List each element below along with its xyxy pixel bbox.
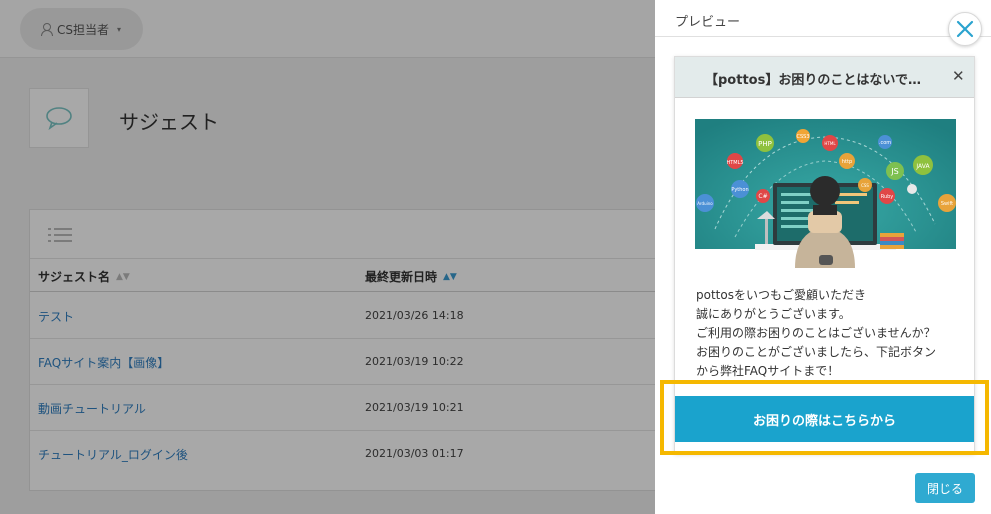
hero-label: C#	[758, 193, 767, 200]
close-button[interactable]: 閉じる	[915, 473, 975, 503]
message-line: ご利用の際お困りのことはございませんか？	[696, 326, 936, 340]
widget-message: pottosをいつもご愛顧いただき 誠にありがとうございます。 ご利用の際お困り…	[696, 286, 966, 381]
hero-label: Arduino	[697, 201, 713, 206]
message-line: から弊社FAQサイトまで！	[696, 364, 840, 378]
widget-title: 【pottos】お困りのことはないで…	[705, 73, 921, 88]
preview-panel-title: プレビュー	[675, 15, 741, 30]
hero-label: JS	[890, 167, 898, 176]
hero-label: HTML	[824, 141, 836, 146]
preview-panel-header: プレビュー	[655, 0, 991, 37]
hero-label: Swift	[941, 201, 953, 207]
hero-label: Python	[731, 187, 748, 193]
hero-label: .com	[879, 140, 891, 146]
widget-close-icon[interactable]: ✕	[952, 67, 965, 85]
message-line: 誠にありがとうございます。	[696, 307, 851, 321]
hero-label: http	[842, 159, 852, 165]
panel-close-button[interactable]	[948, 12, 982, 46]
message-line: お困りのことがございましたら、下記ボタン	[696, 345, 937, 359]
hero-label: CSS3	[796, 134, 809, 140]
programmer-illustration: PHP HTML5 CSS3 http JS JAVA Python C# Ru…	[695, 119, 956, 268]
hero-label: JAVA	[915, 163, 930, 170]
hero-illustration: PHP HTML5 CSS3 http JS JAVA Python C# Ru…	[695, 119, 956, 268]
hero-label: HTML5	[726, 160, 743, 166]
faq-cta-button[interactable]: お困りの際はこちらから	[675, 396, 974, 442]
widget-header: 【pottos】お困りのことはないで… ✕	[675, 57, 974, 98]
hero-label: CSS	[861, 183, 869, 188]
close-icon	[956, 20, 974, 38]
message-line: pottosをいつもご愛顧いただき	[696, 288, 866, 302]
modal-backdrop[interactable]	[0, 0, 655, 514]
hero-label: PHP	[758, 140, 772, 148]
hero-label: Ruby	[881, 194, 894, 200]
